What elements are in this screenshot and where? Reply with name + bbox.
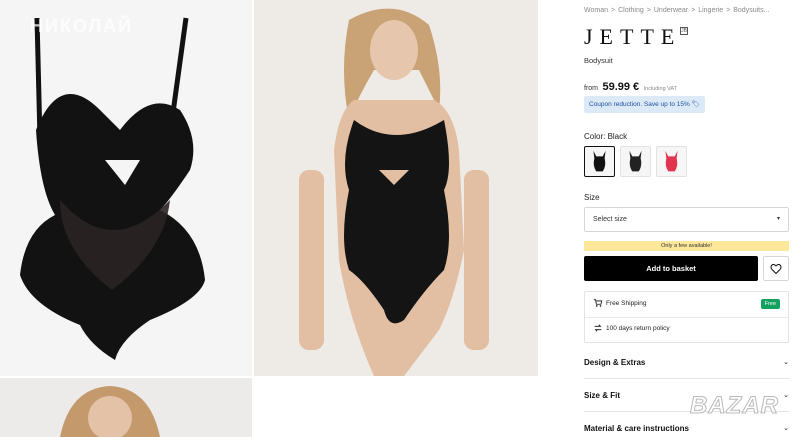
bodysuit-thumbnail-icon bbox=[593, 150, 606, 172]
free-shipping-label: Free Shipping bbox=[606, 300, 647, 307]
free-badge: Free bbox=[760, 299, 780, 309]
chevron-down-icon: ⌄ bbox=[783, 425, 789, 432]
color-label: Color: Black bbox=[584, 132, 628, 141]
return-policy-label: 100 days return policy bbox=[606, 325, 670, 332]
breadcrumb-bodysuits[interactable]: Bodysuits... bbox=[733, 7, 769, 14]
breadcrumb-separator: > bbox=[726, 7, 731, 14]
size-label: Size bbox=[584, 193, 600, 202]
swatch-black-alt[interactable] bbox=[620, 146, 651, 177]
color-swatches bbox=[584, 146, 687, 177]
size-select-placeholder: Select size bbox=[593, 216, 627, 223]
watermark-top: НИКОЛАЙ bbox=[30, 16, 134, 36]
product-image-flat[interactable]: НИКОЛАЙ bbox=[0, 0, 252, 376]
heart-icon bbox=[770, 263, 782, 275]
breadcrumb-clothing[interactable]: Clothing bbox=[618, 7, 644, 14]
watermark-bazar: BAZAR bbox=[690, 392, 779, 420]
accordion-label: Design & Extras bbox=[584, 358, 646, 367]
stock-notice: Only a few available! bbox=[584, 241, 789, 251]
breadcrumb-separator: > bbox=[646, 7, 651, 14]
wishlist-button[interactable] bbox=[763, 256, 789, 281]
price-from-label: from bbox=[584, 85, 598, 92]
product-type: Bodysuit bbox=[584, 56, 613, 65]
add-to-basket-button[interactable]: Add to basket bbox=[584, 256, 758, 281]
price-value: 59.99 € bbox=[602, 81, 640, 93]
bodysuit-thumbnail-icon bbox=[629, 150, 642, 172]
delivery-info: Free Shipping Free 100 days return polic… bbox=[584, 291, 789, 343]
swatch-red[interactable] bbox=[656, 146, 687, 177]
product-details-panel: Woman > Clothing > Underwear > Lingerie > Bodysu… bbox=[584, 0, 790, 437]
accordion-label: Size & Fit bbox=[584, 391, 621, 400]
chevron-down-icon: ⌄ bbox=[783, 392, 789, 399]
chevron-down-icon: ▾ bbox=[776, 216, 780, 222]
cart-icon bbox=[593, 299, 603, 308]
free-shipping-row: Free Shipping bbox=[593, 297, 646, 311]
divider bbox=[584, 378, 789, 379]
accordion-material-care[interactable]: Material & care instructions ⌄ bbox=[584, 419, 789, 437]
brand-badge-icon: JB bbox=[680, 27, 688, 35]
breadcrumb: Woman > Clothing > Underwear > Lingerie > Bodysu… bbox=[584, 7, 772, 14]
accordion-label: Material & care instructions bbox=[584, 424, 689, 433]
breadcrumb-underwear[interactable]: Underwear bbox=[654, 7, 688, 14]
brand-name[interactable]: JETTE bbox=[584, 24, 681, 50]
breadcrumb-woman[interactable]: Woman bbox=[584, 7, 608, 14]
breadcrumb-separator: > bbox=[611, 7, 616, 14]
divider bbox=[585, 317, 788, 318]
swatch-black-selected[interactable] bbox=[584, 146, 615, 177]
coupon-banner[interactable]: Coupon reduction. Save up to 15% 🏷 bbox=[584, 96, 705, 113]
model-photo-illustration bbox=[254, 0, 538, 376]
price: from 59.99 € Including VAT bbox=[584, 77, 677, 95]
accordion-design-extras[interactable]: Design & Extras ⌄ bbox=[584, 353, 789, 373]
product-gallery: НИКОЛАЙ bbox=[0, 0, 540, 437]
product-image-model[interactable] bbox=[254, 0, 538, 376]
breadcrumb-separator: > bbox=[691, 7, 696, 14]
breadcrumb-lingerie[interactable]: Lingerie bbox=[698, 7, 723, 14]
return-arrows-icon bbox=[594, 324, 602, 332]
bodysuit-flat-illustration bbox=[0, 0, 252, 376]
return-policy-row: 100 days return policy bbox=[593, 322, 670, 336]
bodysuit-thumbnail-icon bbox=[665, 150, 678, 172]
price-vat-note: Including VAT bbox=[643, 86, 678, 92]
model-detail-illustration bbox=[0, 378, 252, 437]
size-select[interactable]: Select size ▾ bbox=[584, 207, 789, 232]
product-image-detail[interactable] bbox=[0, 378, 252, 437]
chevron-down-icon: ⌄ bbox=[783, 359, 789, 366]
